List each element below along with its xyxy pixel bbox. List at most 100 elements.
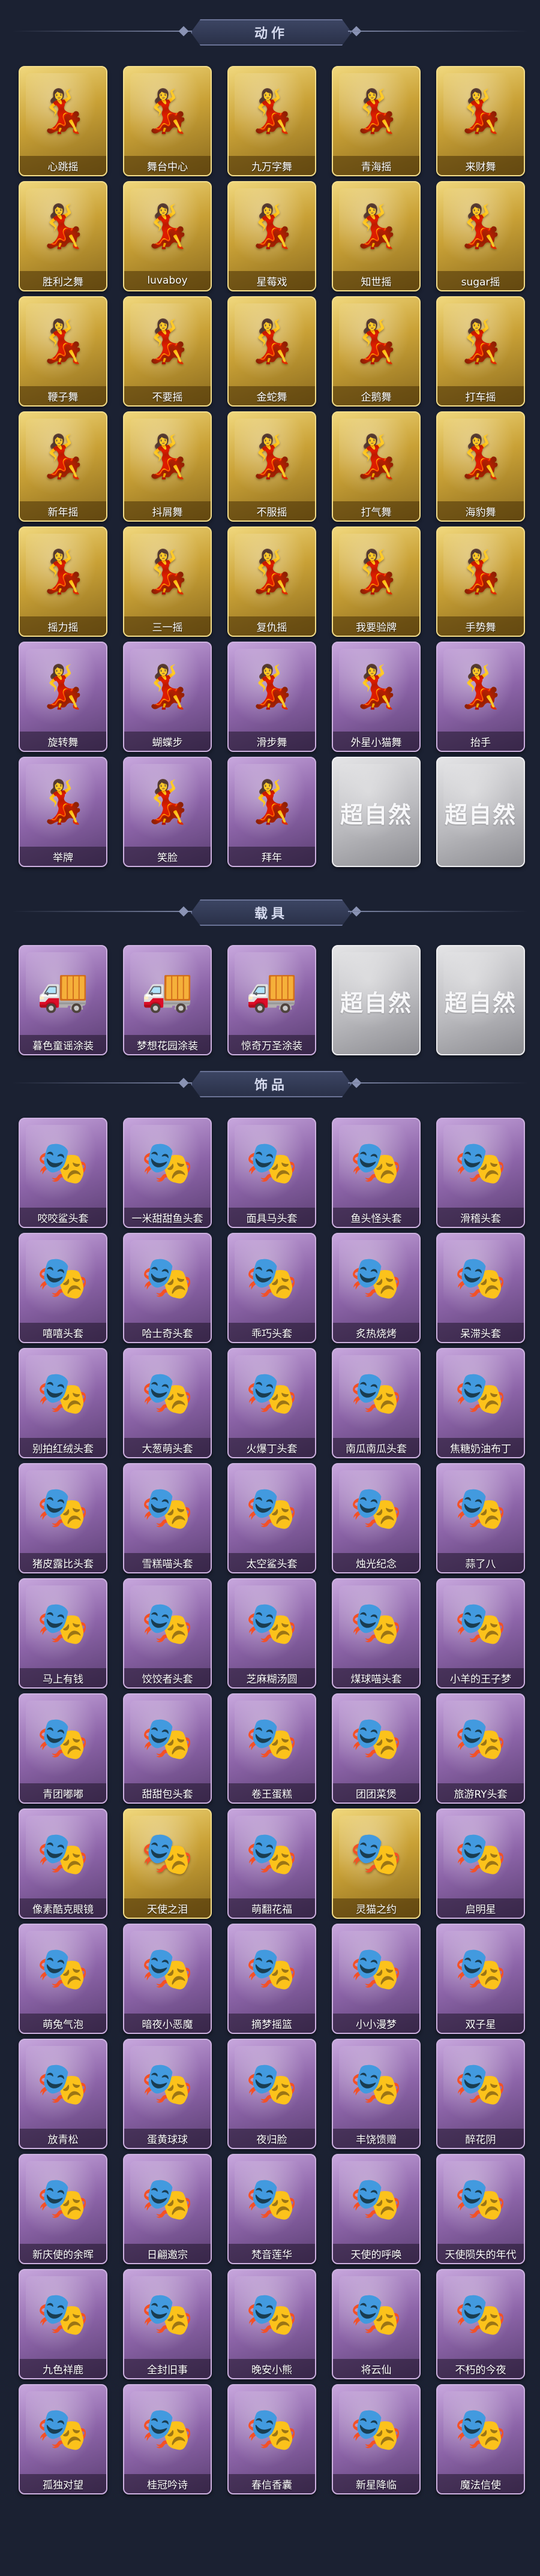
actions-item[interactable]: 💃 来财舞 — [436, 66, 525, 176]
accessories-item[interactable]: 🎭 青团嘟嘟 — [19, 1693, 107, 1804]
accessories-item[interactable]: 🎭 桂冠吟诗 — [123, 2384, 212, 2494]
accessories-item[interactable]: 🎭 南瓜南瓜头套 — [332, 1348, 421, 1458]
accessories-item[interactable]: 🎭 饺饺者头套 — [123, 1578, 212, 1689]
accessories-item[interactable]: 🎭 像素酷克眼镜 — [19, 1808, 107, 1919]
accessories-item[interactable]: 🎭 炙热烧烤 — [332, 1233, 421, 1343]
accessories-item[interactable]: 🎭 萌翻花福 — [227, 1808, 316, 1919]
accessories-item[interactable]: 🎭 哈士奇头套 — [123, 1233, 212, 1343]
actions-item[interactable]: 💃 三一摇 — [123, 526, 212, 637]
accessories-item[interactable]: 🎭 夜归脸 — [227, 2039, 316, 2149]
accessories-item[interactable]: 🎭 天使的呼唤 — [332, 2154, 421, 2264]
actions-item[interactable]: 💃 青海摇 — [332, 66, 421, 176]
accessories-item[interactable]: 🎭 大葱萌头套 — [123, 1348, 212, 1458]
actions-item[interactable]: 💃 舞台中心 — [123, 66, 212, 176]
actions-item[interactable]: 💃 外星小猫舞 — [332, 642, 421, 752]
actions-item[interactable]: 💃 luvaboy — [123, 181, 212, 291]
actions-item[interactable]: 💃 手势舞 — [436, 526, 525, 637]
actions-item[interactable]: 💃 打车摇 — [436, 296, 525, 407]
accessories-item[interactable]: 🎭 九色祥鹿 — [19, 2269, 107, 2379]
accessories-item[interactable]: 🎭 团团菜煲 — [332, 1693, 421, 1804]
accessories-item[interactable]: 🎭 新庆使的余晖 — [19, 2154, 107, 2264]
actions-item[interactable]: 💃 不服摇 — [227, 411, 316, 522]
actions-item[interactable]: 💃 心跳摇 — [19, 66, 107, 176]
accessories-item[interactable]: 🎭 蒜了八 — [436, 1463, 525, 1573]
actions-item[interactable]: 💃 拜年 — [227, 757, 316, 867]
accessories-item[interactable]: 🎭 旅游RY头套 — [436, 1693, 525, 1804]
vehicles-item[interactable]: 🚚 惊奇万圣涂装 — [227, 945, 316, 1055]
accessories-item[interactable]: 🎭 晚安小熊 — [227, 2269, 316, 2379]
accessories-item[interactable]: 🎭 滑稽头套 — [436, 1118, 525, 1228]
accessories-item[interactable]: 🎭 烛光纪念 — [332, 1463, 421, 1573]
accessories-item[interactable]: 🎭 火爆丁头套 — [227, 1348, 316, 1458]
accessories-item[interactable]: 🎭 天使之泪 — [123, 1808, 212, 1919]
accessories-item[interactable]: 🎭 启明星 — [436, 1808, 525, 1919]
accessories-item[interactable]: 🎭 萌兔气泡 — [19, 1924, 107, 2034]
accessories-item[interactable]: 🎭 焦糖奶油布丁 — [436, 1348, 525, 1458]
actions-item[interactable]: 超自然 — [332, 757, 421, 867]
accessories-item[interactable]: 🎭 蛋黄球球 — [123, 2039, 212, 2149]
accessories-item[interactable]: 🎭 乖巧头套 — [227, 1233, 316, 1343]
accessories-item[interactable]: 🎭 咬咬鲨头套 — [19, 1118, 107, 1228]
actions-item[interactable]: 💃 旋转舞 — [19, 642, 107, 752]
actions-item[interactable]: 💃 抖屑舞 — [123, 411, 212, 522]
accessories-item[interactable]: 🎭 太空鲨头套 — [227, 1463, 316, 1573]
accessories-item[interactable]: 🎭 将云仙 — [332, 2269, 421, 2379]
accessories-item[interactable]: 🎭 一米甜甜鱼头套 — [123, 1118, 212, 1228]
accessories-item[interactable]: 🎭 春信香囊 — [227, 2384, 316, 2494]
actions-item[interactable]: 💃 打气舞 — [332, 411, 421, 522]
vehicles-item[interactable]: 超自然 — [436, 945, 525, 1055]
accessories-item[interactable]: 🎭 呆滞头套 — [436, 1233, 525, 1343]
accessories-item[interactable]: 🎭 天使陨失的年代 — [436, 2154, 525, 2264]
accessories-item[interactable]: 🎭 甜甜包头套 — [123, 1693, 212, 1804]
accessories-item[interactable]: 🎭 新星降临 — [332, 2384, 421, 2494]
actions-item[interactable]: 💃 复仇摇 — [227, 526, 316, 637]
actions-item[interactable]: 💃 滑步舞 — [227, 642, 316, 752]
accessories-item[interactable]: 🎭 芝麻糊汤圆 — [227, 1578, 316, 1689]
vehicles-item[interactable]: 🚚 梦想花园涂装 — [123, 945, 212, 1055]
actions-item[interactable]: 💃 知世摇 — [332, 181, 421, 291]
accessories-item[interactable]: 🎭 摘梦摇篮 — [227, 1924, 316, 2034]
vehicles-item[interactable]: 超自然 — [332, 945, 421, 1055]
accessories-item[interactable]: 🎭 别拍红绒头套 — [19, 1348, 107, 1458]
accessories-item[interactable]: 🎭 放青松 — [19, 2039, 107, 2149]
accessories-item[interactable]: 🎭 双子星 — [436, 1924, 525, 2034]
actions-item[interactable]: 💃 摇力摇 — [19, 526, 107, 637]
actions-item[interactable]: 💃 金蛇舞 — [227, 296, 316, 407]
actions-item[interactable]: 💃 不要摇 — [123, 296, 212, 407]
accessories-item[interactable]: 🎭 梵音莲华 — [227, 2154, 316, 2264]
actions-item[interactable]: 💃 海豹舞 — [436, 411, 525, 522]
accessories-item[interactable]: 🎭 煤球喵头套 — [332, 1578, 421, 1689]
accessories-item[interactable]: 🎭 魔法信使 — [436, 2384, 525, 2494]
accessories-item[interactable]: 🎭 雪糕喵头套 — [123, 1463, 212, 1573]
actions-item[interactable]: 💃 蝴蝶步 — [123, 642, 212, 752]
actions-item[interactable]: 💃 企鹅舞 — [332, 296, 421, 407]
actions-item[interactable]: 💃 星莓戏 — [227, 181, 316, 291]
actions-item[interactable]: 超自然 — [436, 757, 525, 867]
vehicles-item[interactable]: 🚚 暮色童谣涂装 — [19, 945, 107, 1055]
actions-item[interactable]: 💃 新年摇 — [19, 411, 107, 522]
actions-item[interactable]: 💃 抬手 — [436, 642, 525, 752]
accessories-item[interactable]: 🎭 日翩邀宗 — [123, 2154, 212, 2264]
accessories-item[interactable]: 🎭 丰饶馈赠 — [332, 2039, 421, 2149]
accessories-item[interactable]: 🎭 不朽的今夜 — [436, 2269, 525, 2379]
accessories-item[interactable]: 🎭 猪皮露比头套 — [19, 1463, 107, 1573]
actions-item[interactable]: 💃 胜利之舞 — [19, 181, 107, 291]
accessories-item[interactable]: 🎭 鱼头怪头套 — [332, 1118, 421, 1228]
accessories-item[interactable]: 🎭 小小漫梦 — [332, 1924, 421, 2034]
actions-item[interactable]: 💃 举牌 — [19, 757, 107, 867]
actions-item[interactable]: 💃 九万字舞 — [227, 66, 316, 176]
accessories-item[interactable]: 🎭 卷王蛋糕 — [227, 1693, 316, 1804]
accessories-item[interactable]: 🎭 全封旧事 — [123, 2269, 212, 2379]
accessories-item[interactable]: 🎭 醉花阴 — [436, 2039, 525, 2149]
actions-item[interactable]: 💃 笑脸 — [123, 757, 212, 867]
accessories-item[interactable]: 🎭 嘻嘻头套 — [19, 1233, 107, 1343]
actions-item[interactable]: 💃 鞭子舞 — [19, 296, 107, 407]
accessories-item[interactable]: 🎭 暗夜小恶魔 — [123, 1924, 212, 2034]
actions-item[interactable]: 💃 sugar摇 — [436, 181, 525, 291]
accessories-item[interactable]: 🎭 面具马头套 — [227, 1118, 316, 1228]
accessories-item[interactable]: 🎭 孤独对望 — [19, 2384, 107, 2494]
accessories-item[interactable]: 🎭 马上有钱 — [19, 1578, 107, 1689]
actions-item[interactable]: 💃 我要验牌 — [332, 526, 421, 637]
accessories-item[interactable]: 🎭 灵猫之约 — [332, 1808, 421, 1919]
accessories-item[interactable]: 🎭 小羊的王子梦 — [436, 1578, 525, 1689]
